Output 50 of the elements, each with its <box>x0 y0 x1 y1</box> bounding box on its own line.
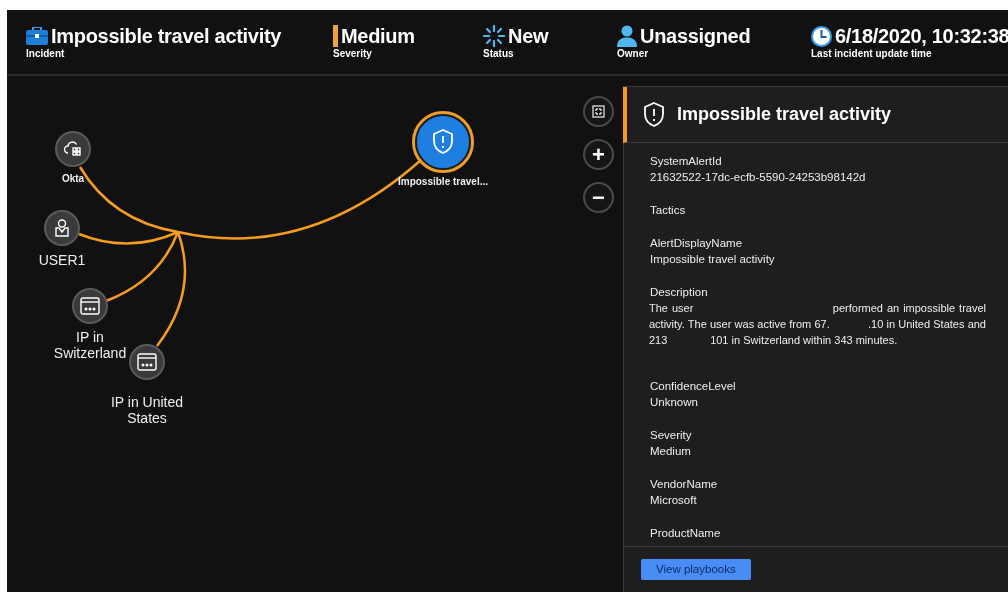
shield-alert-icon <box>432 129 454 155</box>
shield-alert-icon <box>643 101 665 128</box>
header-value: Medium <box>341 24 415 48</box>
field-name: Description <box>650 285 709 300</box>
fit-to-screen-icon <box>592 105 605 118</box>
field-name: SystemAlertId <box>650 154 723 169</box>
field-value: Medium <box>650 444 692 459</box>
node-label: USER1 <box>37 251 87 270</box>
severity-bar-icon <box>333 25 338 47</box>
person-icon <box>617 25 637 47</box>
graph-node[interactable] <box>72 288 108 324</box>
panel-title: Impossible travel activity <box>677 103 892 126</box>
fit-button[interactable] <box>583 96 614 127</box>
briefcase-icon <box>26 27 48 45</box>
graph-node[interactable] <box>129 344 165 380</box>
cloud-apps-icon <box>64 141 82 157</box>
header-value: 6/18/2020, 10:32:38 <box>835 24 1008 48</box>
graph-node[interactable] <box>55 131 91 167</box>
graph-node[interactable] <box>44 210 80 246</box>
field-value: 21632522-17dc-ecfb-5590-24253b98142d <box>650 170 867 185</box>
field-value: Unknown <box>650 395 699 410</box>
header-value: New <box>508 24 549 48</box>
header-label: Owner <box>617 48 650 60</box>
header-label: Severity <box>333 48 373 60</box>
header-value: Unassigned <box>640 24 751 48</box>
zoom-button[interactable]: + <box>583 139 614 170</box>
header-label: Status <box>483 48 515 60</box>
header-label: Last incident update time <box>811 48 933 60</box>
node-label: Okta <box>60 172 86 186</box>
field-value: The user performed an impossible travel activity. The user was active from 67. .10 in United States and 213 101 in Switzerland within 343 minutes. <box>649 301 986 348</box>
field-name: Tactics <box>650 203 687 218</box>
field-name: ProductName <box>650 526 722 541</box>
node-label: Impossible travel... <box>396 175 489 189</box>
view-playbooks-button[interactable]: View playbooks <box>641 559 751 580</box>
field-name: VendorName <box>650 477 719 492</box>
server-icon <box>137 353 157 371</box>
spinner-icon <box>483 25 505 47</box>
node-label: IP in Switzerland <box>52 329 128 361</box>
zoom-button[interactable]: − <box>583 182 614 213</box>
field-value: Microsoft <box>650 493 698 508</box>
field-name: Severity <box>650 428 693 443</box>
node-label: IP in United States <box>109 394 185 426</box>
user-icon <box>54 219 70 237</box>
header-value: Impossible travel activity <box>51 24 282 48</box>
field-name: AlertDisplayName <box>650 236 744 251</box>
clock-icon <box>811 25 832 47</box>
field-value: Impossible travel activity <box>650 252 776 267</box>
server-icon <box>80 297 100 315</box>
header-label: Incident <box>26 48 66 60</box>
field-name: ConfidenceLevel <box>650 379 737 394</box>
